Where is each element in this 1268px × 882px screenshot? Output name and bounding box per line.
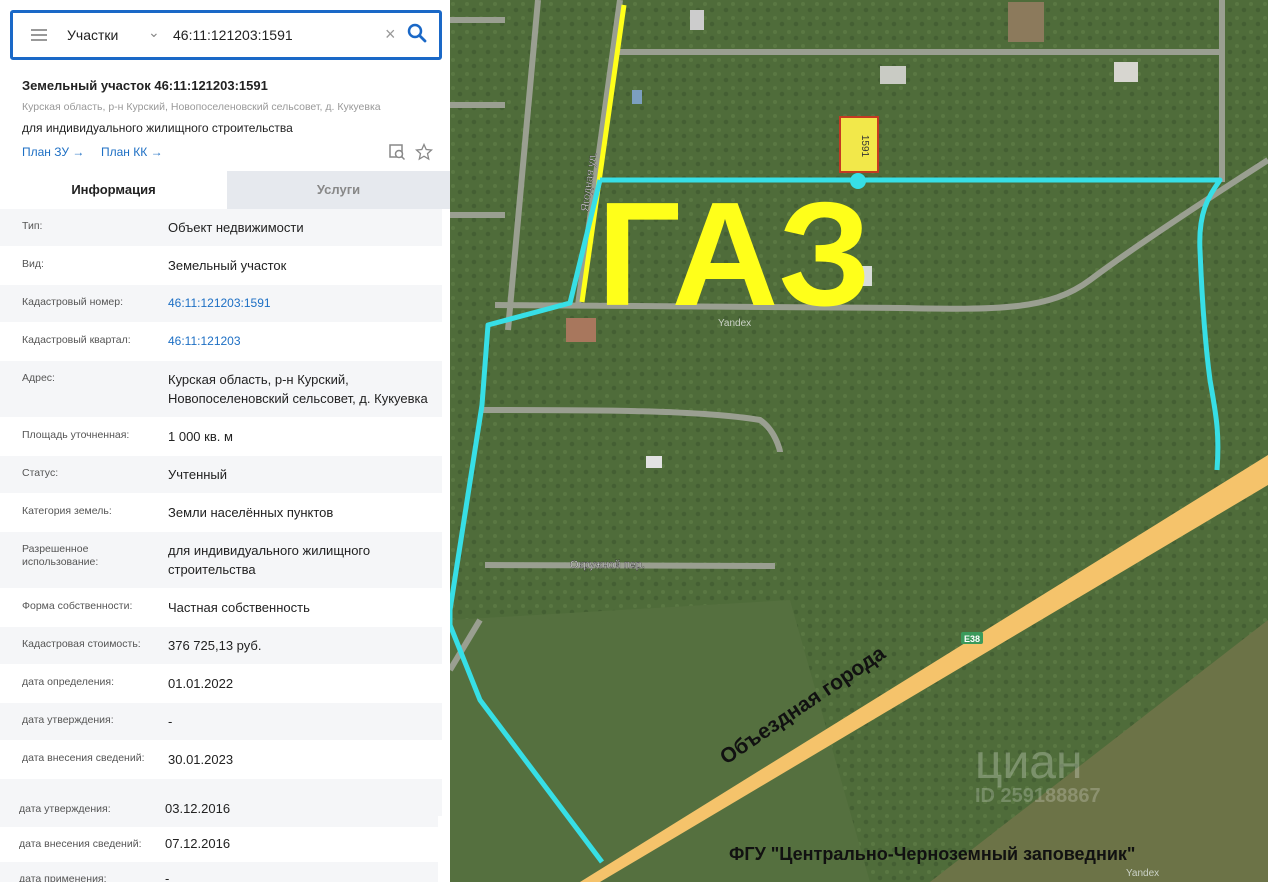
search-bar: Участки ⌄ 46:11:121203:1591 × [10, 10, 442, 60]
property-row: дата утверждения: 03.12.2016 [0, 792, 438, 827]
property-row: дата внесения сведений: 07.12.2016 [0, 827, 438, 862]
plan-kk-link[interactable]: План КК → [101, 145, 163, 159]
tab-bar: Информация Услуги [0, 171, 450, 209]
property-label: дата утверждения: [19, 803, 111, 815]
property-row: Категория земель: Земли населённых пункто… [0, 494, 442, 532]
menu-icon[interactable] [31, 29, 47, 41]
property-value: Частная собственность [168, 600, 310, 615]
property-value: Земли населённых пунктов [168, 505, 334, 520]
extra-property-table: дата утверждения: 03.12.2016 дата внесения… [0, 792, 438, 882]
property-row: Форма собственности: Частная собственност… [0, 589, 442, 627]
info-panel: Участки ⌄ 46:11:121203:1591 × Земельный … [0, 0, 450, 882]
map-view[interactable]: E38 1591 ГАЗ Ягодная ул. Окружной пер. О… [450, 0, 1268, 882]
property-value-link[interactable]: 46:11:121203 [168, 332, 428, 351]
page-title: Земельный участок 46:11:121203:1591 [22, 78, 268, 93]
e38-label: E38 [964, 634, 980, 644]
property-value: Курская область, р-н Курский, Новопоселе… [168, 372, 428, 406]
yandex-label-top: Yandex [718, 318, 751, 329]
property-label: Кадастровый номер: [22, 296, 124, 308]
card-address: Курская область, р-н Курский, Новопоселе… [22, 101, 381, 113]
property-label: Статус: [22, 467, 59, 479]
tab-information[interactable]: Информация [0, 171, 227, 209]
street-okruzhnoy: Окружной пер. [570, 559, 645, 571]
property-value: для индивидуального жилищного строительс… [168, 543, 371, 577]
property-value: 03.12.2016 [165, 801, 231, 816]
property-label: дата применения: [19, 873, 107, 882]
property-value: - [165, 871, 170, 882]
property-label: Кадастровая стоимость: [22, 638, 141, 650]
plot-number-label: 1591 [859, 135, 870, 158]
property-label: дата утверждения: [22, 714, 114, 726]
property-label: Форма собственности: [22, 600, 133, 612]
property-label: дата определения: [22, 676, 115, 688]
property-value: 376 725,13 руб. [168, 638, 262, 653]
search-input[interactable]: 46:11:121203:1591 [173, 27, 293, 43]
property-label: Тип: [22, 220, 43, 232]
close-icon[interactable]: × [385, 24, 396, 45]
property-value: Земельный участок [168, 258, 287, 273]
satellite-map: E38 1591 ГАЗ Ягодная ул. Окружной пер. О… [450, 0, 1268, 882]
property-row: Тип: Объект недвижимости [0, 209, 442, 247]
property-label: Категория земель: [22, 505, 112, 517]
card-use: для индивидуального жилищного строительс… [22, 121, 293, 135]
property-value: - [168, 714, 173, 729]
plot-1591[interactable] [839, 116, 879, 173]
property-value: 07.12.2016 [165, 836, 231, 851]
plan-zu-link[interactable]: План ЗУ → [22, 145, 84, 159]
property-row: Кадастровая стоимость: 376 725,13 руб. [0, 627, 442, 665]
property-label: Площадь уточненная: [22, 429, 130, 441]
property-label: Вид: [22, 258, 44, 270]
star-icon[interactable] [415, 143, 433, 161]
property-row: Площадь уточненная: 1 000 кв. м [0, 418, 442, 456]
property-row: дата утверждения: - [0, 703, 442, 741]
property-row: Вид: Земельный участок [0, 247, 442, 285]
reserve-label: ФГУ "Центрально-Черноземный заповедник" [729, 844, 1135, 864]
property-value: Учтенный [168, 467, 228, 482]
search-kind-select[interactable]: Участки [67, 27, 118, 43]
property-row: Статус: Учтенный [0, 456, 442, 494]
property-label: дата внесения сведений: [19, 838, 142, 850]
property-row: Разрешенное использование: для индивидуал… [0, 532, 442, 589]
search-icon[interactable] [406, 22, 428, 44]
property-value: 1 000 кв. м [168, 429, 233, 444]
zoom-to-icon[interactable] [388, 143, 406, 161]
property-row: Кадастровый квартал: 46:11:121203 [0, 323, 442, 361]
property-label: Кадастровый квартал: [22, 334, 131, 346]
property-row: Адрес: Курская область, р-н Курский, Ново… [0, 361, 442, 418]
property-table: Тип: Объект недвижимости Вид: Земельный уча… [0, 209, 442, 817]
chevron-down-icon[interactable]: ⌄ [148, 24, 160, 41]
property-label: дата внесения сведений: [22, 752, 145, 764]
property-value-link[interactable]: 46:11:121203:1591 [168, 294, 428, 313]
property-value: 01.01.2022 [168, 676, 234, 691]
property-label: Адрес: [22, 372, 55, 384]
property-row: дата определения: 01.01.2022 [0, 665, 442, 703]
property-label: Разрешенное использование: [22, 543, 99, 568]
watermark-logo: циан [975, 736, 1083, 789]
property-value: 30.01.2023 [168, 752, 234, 767]
tab-services[interactable]: Услуги [227, 171, 450, 209]
property-row: дата применения: - [0, 862, 438, 882]
watermark-id: ID 259188867 [975, 785, 1101, 807]
property-row: Кадастровый номер: 46:11:121203:1591 [0, 285, 442, 323]
property-value: Объект недвижимости [168, 220, 304, 235]
property-row: дата внесения сведений: 30.01.2023 [0, 741, 442, 779]
yandex-label-bottom: Yandex [1126, 868, 1159, 879]
gas-label: ГАЗ [597, 172, 871, 337]
